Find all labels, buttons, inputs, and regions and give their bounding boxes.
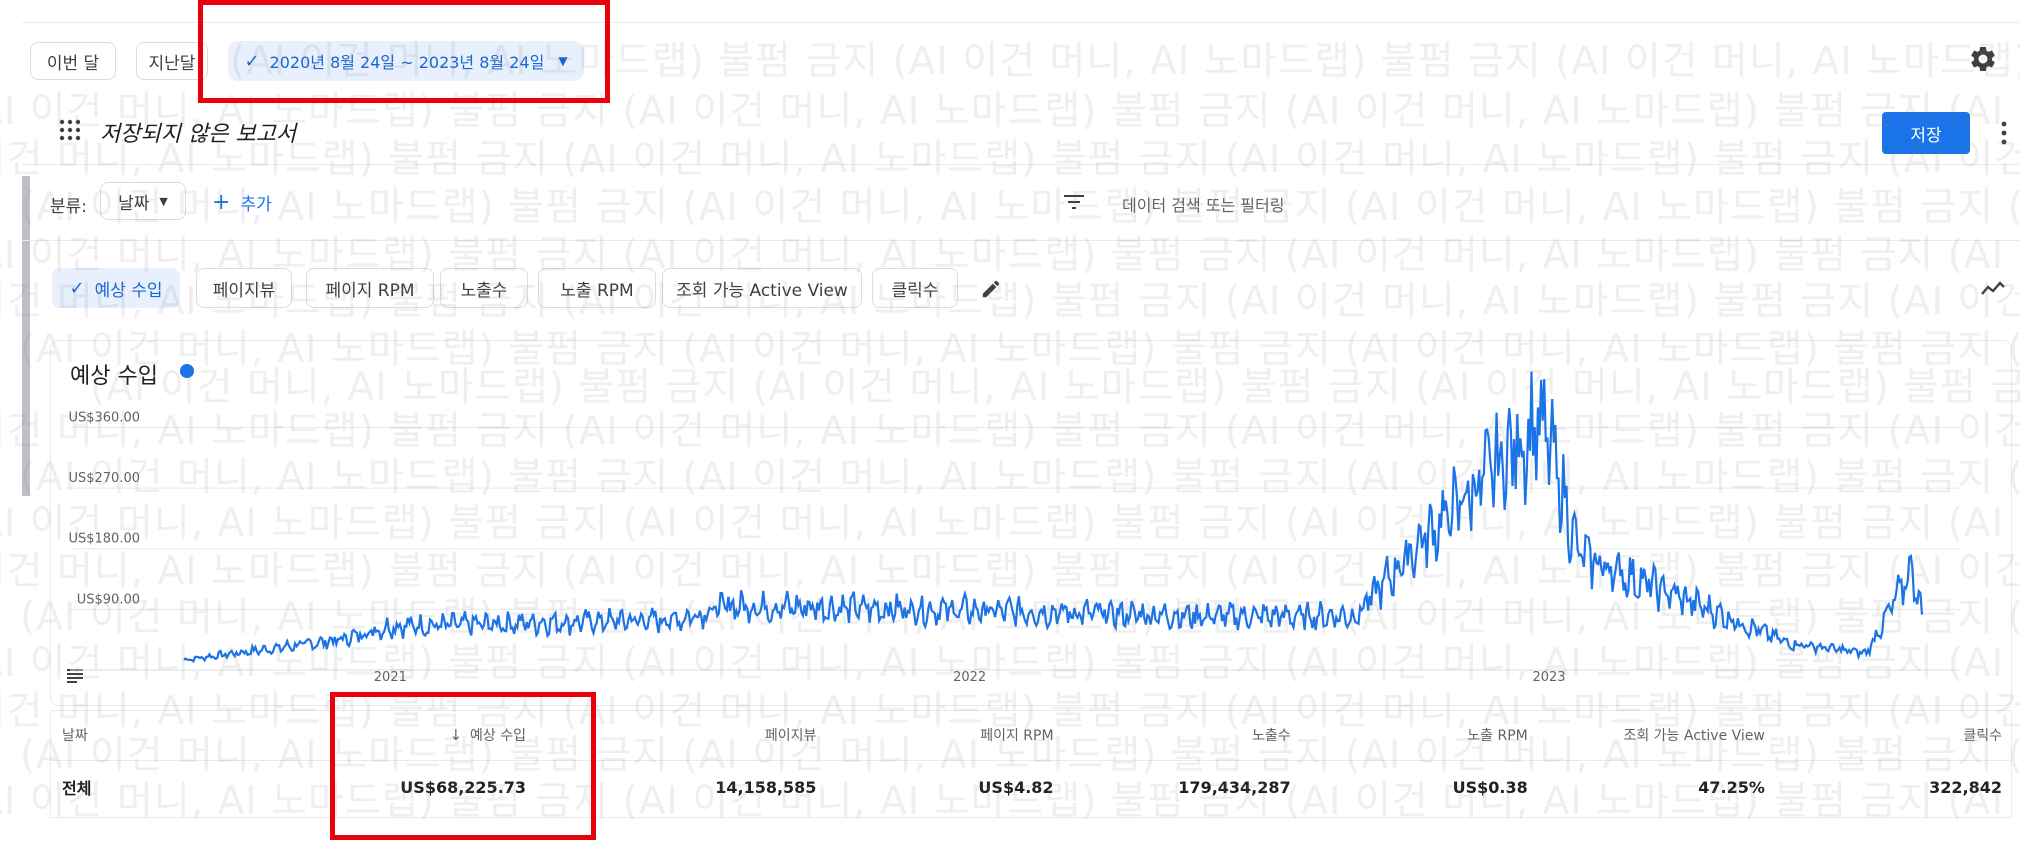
y-tick-label: US$270.00 bbox=[68, 471, 140, 486]
y-tick-label: US$180.00 bbox=[68, 532, 140, 547]
x-tick-label: 2023 bbox=[1532, 670, 1565, 685]
earnings-line-chart: US$360.00 US$270.00 US$180.00 US$90.00 2021… bbox=[68, 371, 1960, 685]
x-tick-label: 2021 bbox=[374, 670, 407, 685]
y-tick-label: US$360.00 bbox=[68, 410, 140, 425]
series-line-estimated-earnings bbox=[183, 371, 1924, 664]
x-tick-label: 2022 bbox=[953, 670, 986, 685]
y-tick-label: US$90.00 bbox=[77, 592, 140, 607]
highlight-date-range-box bbox=[198, 0, 610, 103]
highlight-earnings-total-box bbox=[330, 692, 596, 840]
